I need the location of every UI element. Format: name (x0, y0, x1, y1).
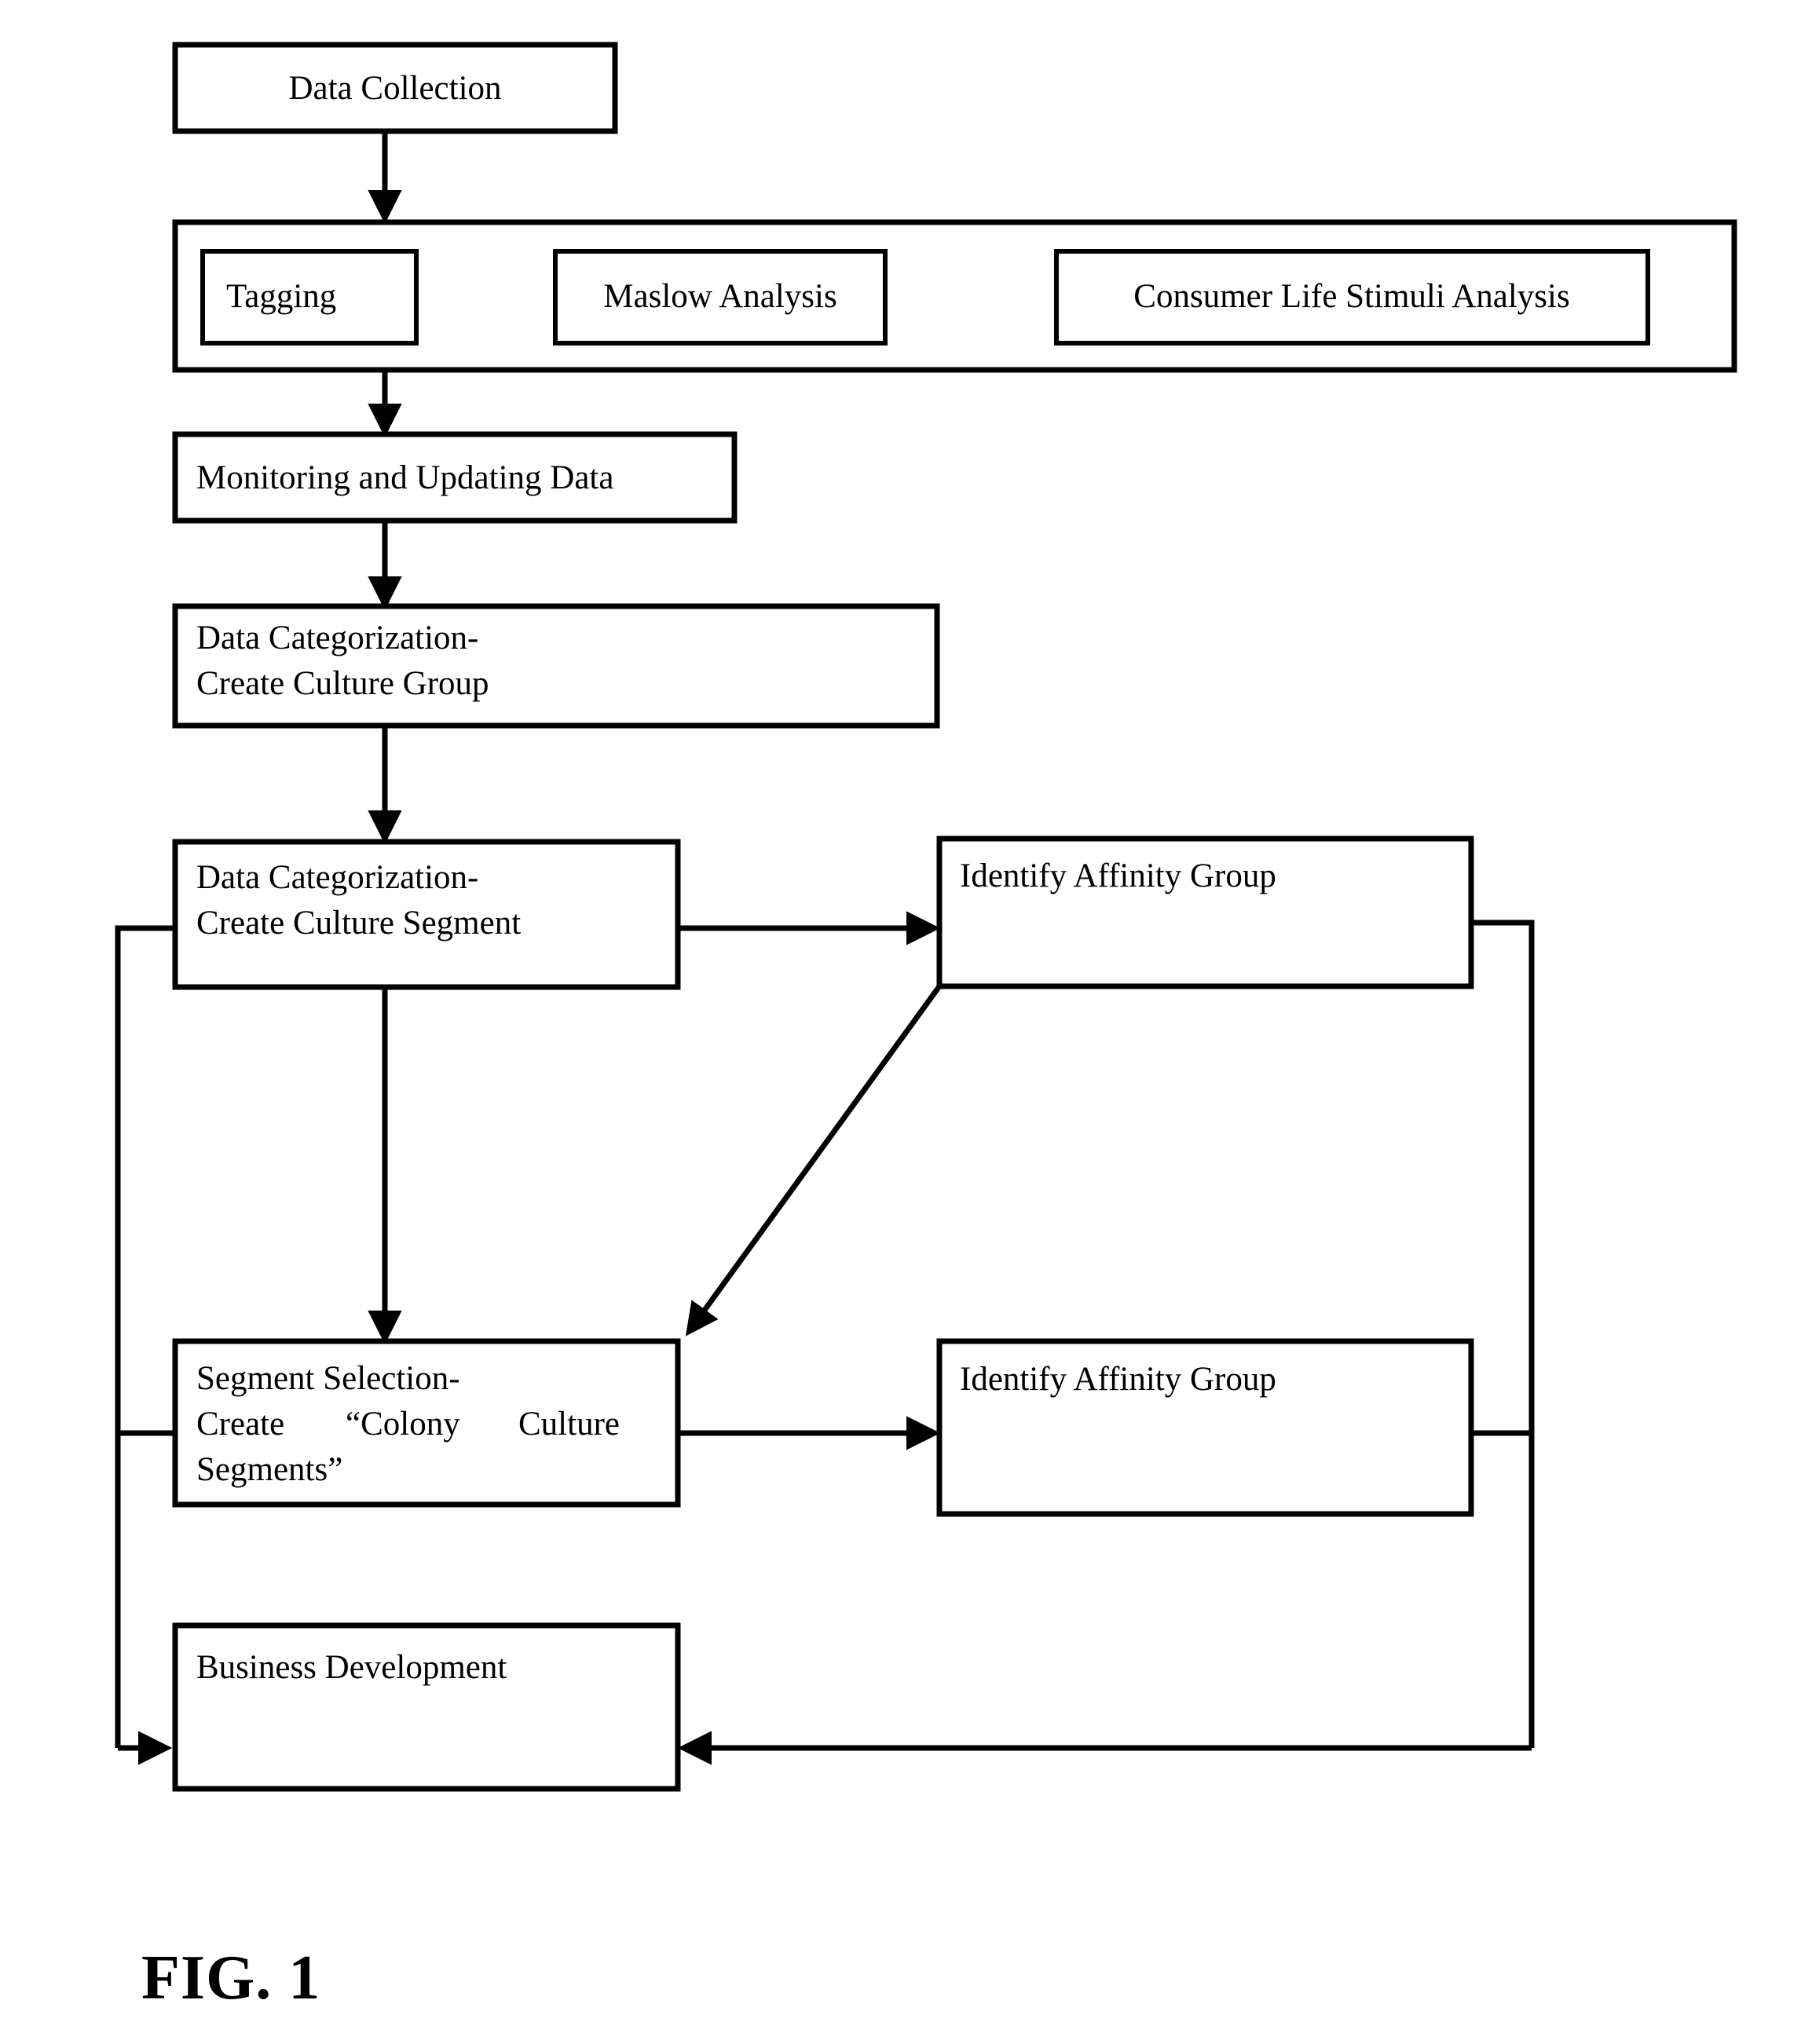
figure-caption: FIG. 1 (141, 1943, 320, 2013)
node-business-development-label: Business Development (196, 1649, 507, 1686)
node-data-categorization-culture-segment-line2: Create Culture Segment (196, 905, 521, 942)
node-consumer-life-stimuli-analysis-label: Consumer Life Stimuli Analysis (1133, 278, 1569, 315)
node-monitoring-updating-data-label: Monitoring and Updating Data (196, 459, 613, 496)
node-tagging-label: Tagging (226, 278, 336, 315)
node-segment-selection-line1: Segment Selection- (196, 1360, 460, 1397)
flowchart-canvas: Data Collection Tagging Maslow Analysis … (115, 42, 1737, 2013)
node-data-collection-label: Data Collection (288, 70, 501, 107)
node-data-categorization-culture-group-line1: Data Categorization- (196, 620, 478, 656)
figure-root: Data Collection Tagging Maslow Analysis … (0, 0, 1812, 2044)
node-identify-affinity-group-top-label: Identify Affinity Group (960, 857, 1276, 894)
node-segment-selection-line2-culture: Culture (518, 1406, 620, 1443)
feedback-right-rail-top (1471, 920, 1535, 1748)
node-segment-selection-line2-create: Create (196, 1406, 284, 1443)
node-maslow-analysis-label: Maslow Analysis (603, 278, 836, 315)
node-data-categorization-culture-group-line2: Create Culture Group (196, 665, 489, 702)
node-identify-affinity-group-bottom-label: Identify Affinity Group (960, 1361, 1276, 1398)
node-segment-selection-line3: Segments” (196, 1451, 342, 1488)
node-segment-selection-line2-colony: “Colony (346, 1406, 460, 1443)
feedback-left-rail (115, 925, 175, 1748)
node-data-categorization-culture-segment-line1: Data Categorization- (196, 859, 478, 896)
connector-affinity-top-to-selection-diagonal (685, 984, 942, 1336)
